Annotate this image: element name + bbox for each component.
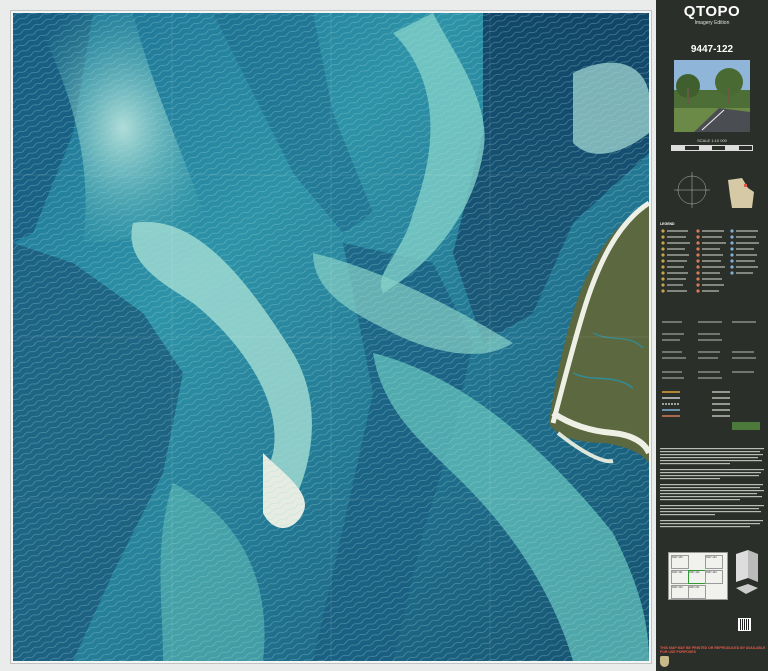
index-cell: 9447-121 <box>671 570 689 584</box>
index-cell-current: 9447-122 <box>688 570 706 584</box>
map-frame <box>10 10 652 664</box>
symbol-legend <box>661 229 759 293</box>
qtopo-brand: QTOPO <box>683 3 741 20</box>
scale-bar <box>671 145 753 151</box>
map-sheet: QTOPO Imagery Edition 9447-122 SCALE 1:1… <box>0 0 768 671</box>
imagery-map[interactable] <box>13 13 649 661</box>
sheet-number: 9447-122 <box>690 44 734 55</box>
qr-code <box>738 618 751 631</box>
footer-warning: THIS MAP MAY BE PRINTED OR REPRODUCED BY… <box>660 646 766 654</box>
sheet-layout-diagram <box>736 550 758 594</box>
edition-label: Imagery Edition <box>694 20 730 26</box>
disclaimer-text-block <box>660 448 764 528</box>
queensland-crest-icon <box>660 656 669 667</box>
index-cell: 9447-144 <box>705 555 723 569</box>
line-legend <box>662 321 760 430</box>
index-cell: 9447-143 <box>671 555 689 569</box>
scale-label: SCALE 1:10 000 <box>697 138 727 143</box>
cover-photo <box>674 60 750 132</box>
index-map: 9447-143 9447-144 9447-121 9447-122 9447… <box>668 552 728 600</box>
location-diagram <box>674 172 754 208</box>
map-info-panel: QTOPO Imagery Edition 9447-122 SCALE 1:1… <box>656 0 768 671</box>
index-cell: 9447-123 <box>705 570 723 584</box>
index-cell: 9447-211 <box>688 585 706 599</box>
index-cell: 9447-124 <box>671 585 689 599</box>
